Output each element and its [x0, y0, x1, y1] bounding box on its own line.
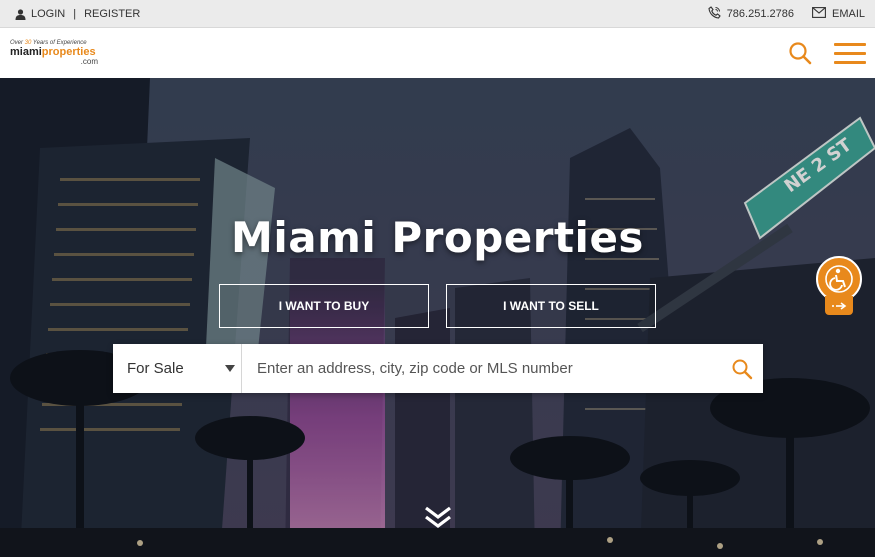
- caret-down-icon: [225, 365, 235, 372]
- phone-number: 786.251.2786: [726, 8, 794, 20]
- arrow-right-icon[interactable]: [825, 296, 853, 315]
- envelope-icon: [812, 7, 832, 21]
- email-link[interactable]: EMAIL: [812, 7, 865, 21]
- search-submit-icon[interactable]: [731, 358, 753, 380]
- i-want-to-sell-button[interactable]: I WANT TO SELL: [446, 284, 656, 328]
- hero-title: Miami Properties: [231, 213, 644, 262]
- hamburger-menu-icon[interactable]: [834, 43, 866, 65]
- logo-domain: .com: [80, 57, 98, 66]
- phone-link[interactable]: 786.251.2786: [708, 6, 794, 22]
- account-links: LOGIN | REGISTER: [15, 0, 140, 28]
- search-input[interactable]: [243, 344, 723, 393]
- site-header: Over 30 Years of Experience miamipropert…: [0, 28, 875, 78]
- top-utility-bar: LOGIN | REGISTER 786.251.2786 EMAIL: [0, 0, 875, 28]
- user-icon: [15, 8, 26, 20]
- hero-section: NE 2 ST Miami Properties I WANT TO BUY I…: [0, 78, 875, 557]
- login-link[interactable]: LOGIN: [31, 8, 65, 20]
- logo-word-miami: miami: [10, 46, 42, 58]
- link-separator: |: [73, 8, 77, 20]
- email-label: EMAIL: [831, 8, 865, 20]
- double-chevron-down-icon[interactable]: [423, 502, 453, 532]
- i-want-to-buy-button[interactable]: I WANT TO BUY: [219, 284, 429, 328]
- contact-links: 786.251.2786 EMAIL: [690, 0, 865, 28]
- search-icon[interactable]: [788, 41, 812, 65]
- listing-type-select[interactable]: For Sale: [113, 344, 242, 393]
- city-background-image: NE 2 ST: [0, 78, 875, 557]
- register-link[interactable]: REGISTER: [84, 8, 140, 20]
- site-logo[interactable]: Over 30 Years of Experience miamipropert…: [10, 40, 110, 68]
- listing-type-value: For Sale: [127, 360, 184, 377]
- property-search-bar: For Sale: [113, 344, 763, 393]
- phone-icon: [708, 6, 727, 22]
